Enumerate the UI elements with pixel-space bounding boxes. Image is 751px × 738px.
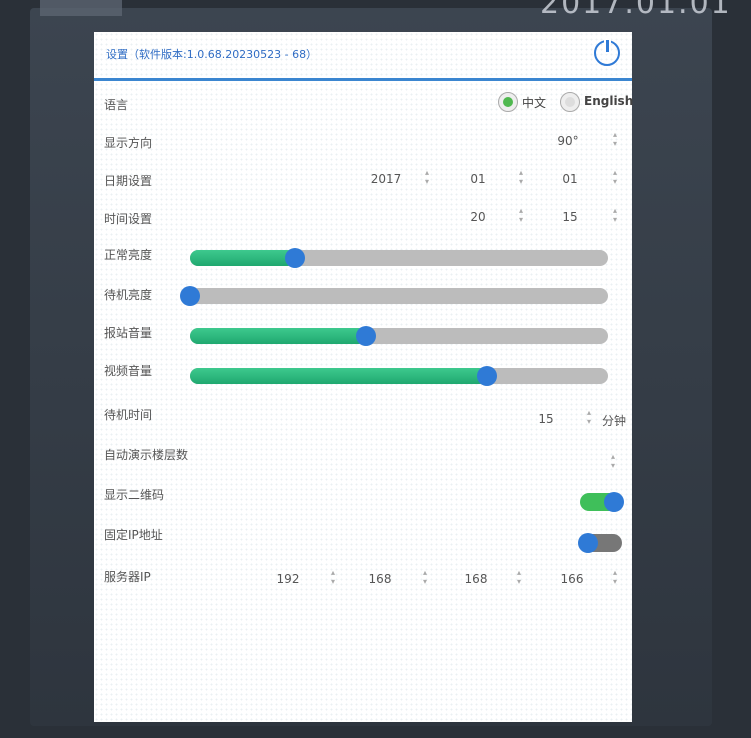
language-label: 语言 [104,98,129,112]
time-minute[interactable]: 15 [550,210,590,224]
slider-fill [190,368,487,384]
minute-stepper-icon[interactable]: ▴ ▾ [610,206,620,224]
toggle-knob [578,533,598,553]
orientation-value[interactable]: 90° [548,134,588,148]
octet-2-stepper-icon[interactable]: ▴ ▾ [420,568,430,586]
power-icon[interactable] [594,38,620,66]
title-bar: 设置（软件版本:1.0.68.20230523 - 68） [94,32,632,81]
video-volume-label: 视频音量 [104,364,153,378]
slider-thumb[interactable] [476,366,497,386]
normal-brightness-label: 正常亮度 [104,248,153,262]
date-year[interactable]: 2017 [366,172,406,186]
slider-thumb[interactable] [180,286,200,306]
server-ip-octet-3[interactable]: 168 [456,572,496,586]
radio-chinese-label: 中文 [522,96,547,110]
orientation-stepper-icon[interactable]: ▴ ▾ [610,130,620,148]
standby-time-value[interactable]: 15 [526,412,566,426]
slider-fill [190,250,295,266]
bezel-label-plate [40,0,122,16]
radio-english-label: English [584,94,634,108]
server-ip-octet-4[interactable]: 166 [552,572,592,586]
radio-english[interactable] [560,92,580,112]
show-qr-label: 显示二维码 [104,488,165,502]
hour-stepper-icon[interactable]: ▴ ▾ [516,206,526,224]
video-volume-slider[interactable] [190,366,608,386]
background-clock: 2017.01.01 [540,0,732,21]
page-title: 设置（软件版本:1.0.68.20230523 - 68） [106,48,318,61]
toggle-knob [604,492,624,512]
octet-1-stepper-icon[interactable]: ▴ ▾ [328,568,338,586]
standby-time-stepper-icon[interactable]: ▴ ▾ [584,408,594,426]
octet-4-stepper-icon[interactable]: ▴ ▾ [610,568,620,586]
standby-brightness-label: 待机亮度 [104,288,153,302]
slider-thumb[interactable] [284,248,305,268]
time-hour[interactable]: 20 [458,210,498,224]
slider-thumb[interactable] [355,326,376,346]
orientation-label: 显示方向 [104,136,153,150]
standby-time-unit: 分钟 [602,414,627,428]
date-day[interactable]: 01 [550,172,590,186]
announce-volume-slider[interactable] [190,326,608,346]
announce-volume-label: 报站音量 [104,326,153,340]
demo-floors-stepper-icon[interactable]: ▴ ▾ [608,452,618,470]
year-stepper-icon[interactable]: ▴ ▾ [422,168,432,186]
server-ip-octet-2[interactable]: 168 [360,572,400,586]
server-ip-octet-1[interactable]: 192 [268,572,308,586]
standby-brightness-slider[interactable] [180,286,608,306]
show-qr-toggle[interactable] [580,492,624,512]
server-ip-label: 服务器IP [104,570,151,584]
slider-fill [190,328,366,344]
fixed-ip-label: 固定IP地址 [104,528,163,542]
month-stepper-icon[interactable]: ▴ ▾ [516,168,526,186]
standby-time-label: 待机时间 [104,408,153,422]
date-label: 日期设置 [104,174,153,188]
time-label: 时间设置 [104,212,153,226]
normal-brightness-slider[interactable] [190,248,608,268]
demo-floors-label: 自动演示楼层数 [104,448,189,462]
settings-screen: 设置（软件版本:1.0.68.20230523 - 68） 语言 中文 Engl… [94,32,634,722]
date-month[interactable]: 01 [458,172,498,186]
fixed-ip-toggle[interactable] [578,533,622,553]
octet-3-stepper-icon[interactable]: ▴ ▾ [514,568,524,586]
day-stepper-icon[interactable]: ▴ ▾ [610,168,620,186]
radio-chinese[interactable] [498,92,518,112]
